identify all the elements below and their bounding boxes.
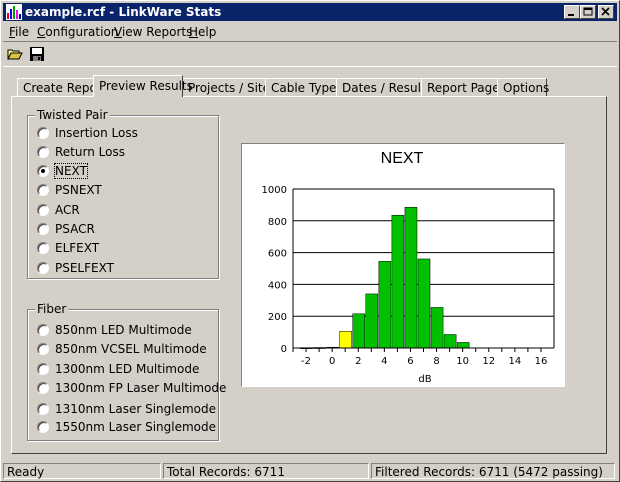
radio-circle[interactable] bbox=[37, 324, 49, 336]
radio-circle[interactable] bbox=[37, 242, 49, 254]
y-tick-label: 800 bbox=[268, 217, 287, 228]
tab-dates-results[interactable]: Dates / Results bbox=[336, 78, 432, 96]
histogram-bar bbox=[391, 214, 405, 349]
x-tick-label: 14 bbox=[508, 356, 521, 367]
radio-circle-checked[interactable] bbox=[37, 165, 49, 177]
status-bar: Ready Total Records: 6711 Filtered Recor… bbox=[3, 462, 617, 480]
x-tick-label: 10 bbox=[456, 356, 469, 367]
menu-file[interactable]: File bbox=[9, 25, 29, 39]
save-button[interactable] bbox=[27, 45, 47, 63]
y-tick-label: 400 bbox=[268, 280, 287, 291]
status-ready: Ready bbox=[3, 463, 161, 479]
tab-report-pages[interactable]: Report Pages bbox=[421, 78, 506, 96]
tab-projects-sites[interactable]: Projects / Sites bbox=[182, 78, 276, 96]
open-button[interactable] bbox=[5, 45, 25, 63]
tab-preview-results[interactable]: Preview Results bbox=[93, 75, 193, 97]
x-tick-label: 12 bbox=[482, 356, 495, 367]
fiber-label: Fiber bbox=[35, 302, 69, 316]
app-window: example.rcf - LinkWare Stats File Config… bbox=[0, 0, 620, 482]
x-tick-label: -2 bbox=[301, 356, 311, 367]
tab-strip: Create Report Preview Results Projects /… bbox=[13, 75, 613, 97]
histogram-bar bbox=[365, 293, 379, 349]
radio-circle[interactable] bbox=[37, 363, 49, 375]
close-button[interactable] bbox=[598, 5, 614, 19]
x-tick-label: 6 bbox=[407, 356, 413, 367]
x-tick-label: 8 bbox=[433, 356, 439, 367]
maximize-icon bbox=[583, 7, 593, 16]
minimize-icon bbox=[568, 14, 574, 16]
histogram-bar bbox=[339, 331, 352, 349]
status-filtered-records: Filtered Records: 6711 (5472 passing) bbox=[371, 463, 615, 479]
maximize-button[interactable] bbox=[580, 5, 596, 19]
radio-circle[interactable] bbox=[37, 421, 49, 433]
y-tick-label: 600 bbox=[268, 249, 287, 260]
radio-circle[interactable] bbox=[37, 146, 49, 158]
radio-circle[interactable] bbox=[37, 223, 49, 235]
y-tick-label: 1000 bbox=[262, 185, 287, 196]
tab-create-report[interactable]: Create Report bbox=[17, 78, 106, 96]
title-bar[interactable]: example.rcf - LinkWare Stats bbox=[3, 3, 617, 21]
menu-configuration[interactable]: Configuration bbox=[37, 25, 118, 39]
radio-circle[interactable] bbox=[37, 382, 49, 394]
open-folder-icon bbox=[7, 49, 23, 60]
radio-circle[interactable] bbox=[37, 403, 49, 415]
x-tick-label: 0 bbox=[329, 356, 335, 367]
x-tick-label: 2 bbox=[355, 356, 361, 367]
next-histogram-chart: NEXT 0 200 400 600 800 1000 -2 0 2 4 6 8 10 12 14 16 dB bbox=[241, 143, 565, 387]
x-tick-label: 4 bbox=[381, 356, 387, 367]
tab-cable-types[interactable]: Cable Types bbox=[265, 78, 343, 96]
y-tick-label: 0 bbox=[281, 344, 287, 355]
window-title: example.rcf - LinkWare Stats bbox=[25, 5, 222, 19]
radio-circle[interactable] bbox=[37, 343, 49, 355]
histogram-bar bbox=[417, 258, 431, 349]
radio-circle[interactable] bbox=[37, 204, 49, 216]
twisted-pair-group: Twisted Pair Insertion Loss Return Loss … bbox=[27, 108, 219, 279]
histogram-bar bbox=[430, 307, 444, 349]
menu-bar: File Configuration View Reports Help bbox=[3, 22, 617, 40]
radio-circle[interactable] bbox=[37, 262, 49, 274]
radio-circle[interactable] bbox=[37, 184, 49, 196]
twisted-pair-label: Twisted Pair bbox=[35, 108, 110, 122]
fiber-group: Fiber 850nm LED Multimode 850nm VCSEL Mu… bbox=[27, 302, 226, 441]
tab-options[interactable]: Options bbox=[497, 78, 549, 96]
status-total-records: Total Records: 6711 bbox=[163, 463, 369, 479]
toolbar bbox=[3, 41, 617, 67]
save-disk-icon bbox=[30, 47, 44, 61]
close-icon bbox=[601, 7, 610, 16]
histogram-bar bbox=[443, 334, 457, 349]
menu-help[interactable]: Help bbox=[189, 25, 216, 39]
histogram-bar bbox=[378, 261, 392, 349]
app-bar-chart-icon bbox=[6, 4, 22, 20]
x-axis-label: dB bbox=[418, 374, 431, 385]
chart-title: NEXT bbox=[381, 150, 424, 167]
histogram-bar bbox=[352, 313, 366, 349]
minimize-button[interactable] bbox=[564, 5, 580, 19]
radio-circle[interactable] bbox=[37, 127, 49, 139]
chart-svg: NEXT 0 200 400 600 800 1000 -2 0 2 4 6 8 10 12 14 16 dB bbox=[262, 150, 555, 385]
menu-view-reports[interactable]: View Reports bbox=[114, 25, 192, 39]
histogram-bar bbox=[404, 207, 418, 349]
histogram-bar bbox=[456, 342, 470, 349]
x-tick-label: 16 bbox=[535, 356, 548, 367]
y-tick-label: 200 bbox=[268, 312, 287, 323]
